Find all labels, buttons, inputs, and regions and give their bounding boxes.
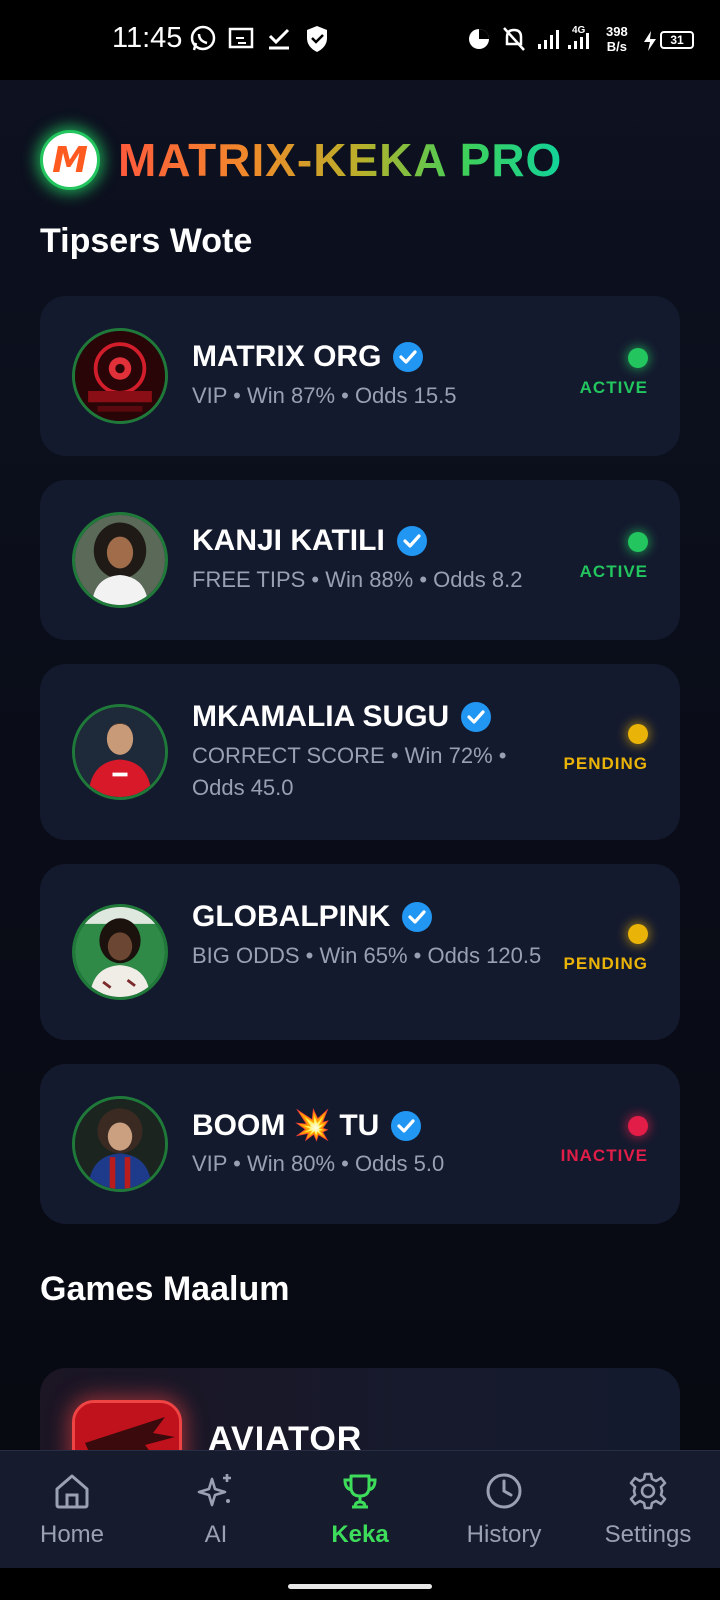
tipster-card[interactable]: MATRIX ORG VIP • Win 87% • Odds 15.5 ACT… <box>40 296 680 456</box>
verified-badge-icon <box>396 526 427 556</box>
tipster-avatar <box>72 704 168 800</box>
home-gesture-bar[interactable] <box>288 1584 432 1589</box>
status-badge: PENDING <box>563 754 648 773</box>
games-section-title: Games Maalum <box>40 1270 290 1308</box>
cast-icon <box>228 27 254 49</box>
charging-icon <box>644 31 656 51</box>
tipster-avatar <box>72 904 168 1000</box>
battery-icon: 31 <box>660 31 694 49</box>
network-speed: 398 B/s <box>606 24 628 54</box>
tipster-card[interactable]: GLOBALPINK BIG ODDS • Win 65% • Odds 120… <box>40 864 680 1040</box>
tipster-avatar <box>72 512 168 608</box>
tipster-card[interactable]: KANJI KATILI FREE TIPS • Win 88% • Odds … <box>40 480 680 640</box>
tipster-name: BOOM 💥 TU <box>192 1108 422 1143</box>
matrix-logo-avatar-icon <box>75 331 165 421</box>
signal-4g-icon: 4G <box>568 25 589 49</box>
svg-text:4G: 4G <box>572 25 586 36</box>
tipster-subtitle: FREE TIPS • Win 88% • Odds 8.2 <box>192 567 523 592</box>
verified-badge-icon <box>391 1110 422 1141</box>
tipster-avatar <box>72 1096 168 1192</box>
status-badge: ACTIVE <box>579 562 648 581</box>
home-icon <box>55 1474 89 1509</box>
tipster-subtitle: CORRECT SCORE • Win 72% • Odds 45.0 <box>192 743 507 800</box>
game-title: AVIATOR <box>208 1420 363 1450</box>
nav-ai-label: AI <box>204 1521 228 1548</box>
tipster-subtitle: BIG ODDS • Win 65% • Odds 120.5 <box>192 943 542 968</box>
status-dot <box>628 1116 648 1136</box>
verified-badge-icon <box>393 342 424 372</box>
app-content: M MATRIX-KEKA PRO Tipsers Wote MATRIX OR… <box>0 80 720 1450</box>
nav-history[interactable]: History <box>432 1451 576 1569</box>
shield-icon <box>307 26 327 52</box>
football-player-avatar-icon <box>75 1099 165 1189</box>
nav-home[interactable]: Home <box>0 1451 144 1569</box>
nav-keka[interactable]: Keka <box>288 1451 432 1569</box>
tipster-card[interactable]: MKAMALIA SUGU CORRECT SCORE • Win 72% • … <box>40 664 680 840</box>
football-player-avatar-icon <box>75 707 165 797</box>
tipster-name: MKAMALIA SUGU <box>192 700 492 734</box>
tipster-name: MATRIX ORG <box>192 340 424 374</box>
signal-icon <box>538 30 559 49</box>
download-done-icon <box>268 28 290 50</box>
status-badge: PENDING <box>563 954 648 973</box>
verified-badge-icon <box>461 702 492 732</box>
sparkles-icon <box>197 1474 231 1507</box>
game-thumbnail <box>72 1400 182 1450</box>
person-avatar-icon <box>75 515 165 605</box>
gear-icon <box>629 1472 667 1510</box>
clock-icon <box>486 1473 522 1509</box>
app-title: MATRIX-KEKA PRO <box>118 134 563 186</box>
person-avatar-icon <box>75 907 165 997</box>
nav-history-label: History <box>466 1521 542 1548</box>
status-dot <box>628 724 648 744</box>
tipster-card[interactable]: BOOM 💥 TU VIP • Win 80% • Odds 5.0 INACT… <box>40 1064 680 1224</box>
airplane-icon <box>75 1403 179 1450</box>
status-dot <box>628 532 648 552</box>
whatsapp-icon <box>190 25 216 51</box>
nav-home-label: Home <box>39 1521 105 1548</box>
game-card-aviator[interactable]: AVIATOR <box>40 1368 680 1450</box>
bottom-navigation: Home AI Keka History Settings <box>0 1450 720 1568</box>
status-time: 11:45 <box>112 22 183 54</box>
tipster-subtitle: VIP • Win 80% • Odds 5.0 <box>192 1151 445 1176</box>
status-dot <box>628 348 648 368</box>
tipster-name: KANJI KATILI <box>192 524 427 558</box>
data-saver-icon <box>469 29 489 49</box>
nav-ai[interactable]: AI <box>144 1451 288 1569</box>
nav-settings-label: Settings <box>604 1521 692 1548</box>
status-bar: 11:45 4G 398 B/s 31 <box>0 0 720 80</box>
nav-settings[interactable]: Settings <box>576 1451 720 1569</box>
app-logo: M <box>40 130 100 190</box>
verified-badge-icon <box>402 902 433 932</box>
status-badge: ACTIVE <box>579 378 648 397</box>
tipster-subtitle: VIP • Win 87% • Odds 15.5 <box>192 383 457 408</box>
status-dot <box>628 924 648 944</box>
home-indicator <box>0 1568 720 1600</box>
tipster-name: GLOBALPINK <box>192 900 433 934</box>
tipster-avatar <box>72 328 168 424</box>
tipsters-section-title: Tipsers Wote <box>40 222 253 260</box>
mute-notifications-icon <box>503 27 525 51</box>
app-header: M MATRIX-KEKA PRO <box>40 128 562 192</box>
trophy-icon <box>343 1474 377 1509</box>
status-badge: INACTIVE <box>560 1146 648 1165</box>
nav-keka-label: Keka <box>331 1521 389 1548</box>
